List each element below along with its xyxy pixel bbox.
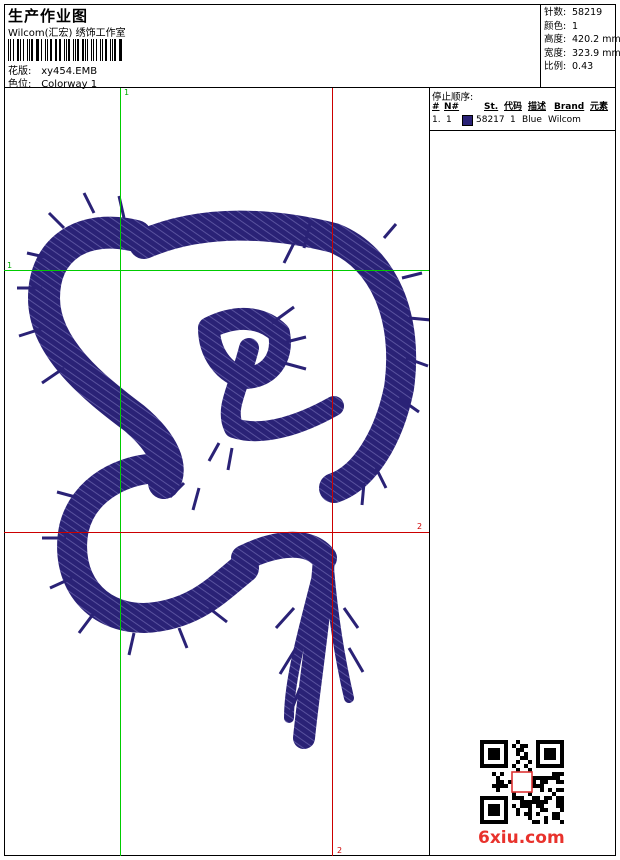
barcode-bar — [8, 39, 10, 61]
barcode-bar — [87, 39, 89, 61]
barcode-bar — [45, 39, 46, 61]
barcode-bar — [109, 39, 111, 61]
barcode-bar — [74, 39, 76, 61]
col-num: # — [432, 102, 440, 112]
barcode-bar — [22, 39, 24, 61]
stop-sequence-table: 停止顺序: # N# St. 代码 描述 Brand 元素 1. 1 58217… — [430, 88, 616, 131]
barcode-bar — [102, 39, 103, 61]
red-guide-label-bottom: 2 — [337, 846, 343, 855]
barcode-bar — [28, 39, 30, 61]
stat-stitches: 针数: 58219 — [544, 6, 616, 20]
red-guide-label-right: 2 — [417, 522, 423, 531]
stat-width: 宽度: 323.9 mm — [544, 47, 620, 61]
barcode-bar — [118, 39, 120, 61]
barcode-bar — [19, 39, 21, 61]
stat-label: 颜色: — [544, 20, 567, 32]
barcode-bar — [46, 39, 49, 61]
col-code: 代码 — [504, 102, 523, 112]
barcode-bar — [10, 39, 12, 61]
red-guide-horizontal — [4, 532, 429, 533]
table-row: 1. 1 58217 1 Blue Wilcom — [430, 114, 616, 127]
stat-label: 针数: — [544, 7, 567, 18]
barcode-bar — [72, 39, 74, 61]
qr-code — [480, 740, 564, 824]
red-guide-vertical — [332, 88, 333, 856]
color-swatch — [462, 114, 476, 127]
stop-sequence-title: 停止顺序: — [432, 92, 474, 103]
barcode-bar — [77, 39, 79, 61]
row-brand: Wilcom — [548, 115, 581, 125]
stat-colors: 颜色: 1 — [544, 20, 616, 34]
green-guide-horizontal — [4, 270, 429, 271]
barcode-bar — [50, 39, 52, 61]
barcode-bar — [13, 39, 14, 61]
page-title: 生产作业图 — [8, 7, 89, 25]
barcode-bar — [84, 39, 86, 61]
stat-label: 比例: — [544, 61, 567, 72]
barcode-bar — [64, 39, 65, 61]
col-stitches: St. — [484, 102, 499, 112]
green-guide-label-top: 1 — [124, 88, 130, 97]
barcode-bar — [31, 39, 33, 61]
barcode-bar — [99, 39, 102, 61]
stat-value: 323.9 mm — [572, 47, 620, 59]
col-brand: Brand — [554, 102, 585, 112]
barcode-bar — [26, 39, 28, 61]
dragon-shape — [28, 210, 417, 749]
row-code: 1 — [510, 115, 516, 125]
watermark-logo: 6xiu.com — [478, 828, 565, 848]
barcode-bar — [54, 39, 56, 61]
barcode-bar — [65, 39, 67, 61]
table-header: # N# St. 代码 描述 Brand 元素 — [430, 101, 616, 114]
stat-value: 420.2 mm — [572, 34, 620, 45]
col-desc: 描述 — [528, 102, 547, 112]
barcode-bar — [56, 39, 57, 61]
green-guide-label-left: 1 — [7, 261, 13, 270]
green-guide-vertical — [120, 88, 121, 856]
stats-panel: 针数: 58219 颜色: 1 高度: 420.2 mm 宽度: 323.9 mm 比例… — [540, 4, 620, 88]
barcode-bar — [96, 39, 97, 61]
barcode-bar — [104, 39, 107, 61]
dragon-embroidery-preview — [17, 192, 429, 749]
row-num: 1. — [432, 115, 441, 125]
barcode-bar — [41, 39, 43, 61]
stat-label: 宽度: — [544, 47, 567, 59]
row-stitches: 58217 — [476, 115, 505, 125]
barcode-bar — [93, 39, 95, 61]
barcode-bar — [58, 39, 62, 61]
design-canvas: 1 1 2 2 — [4, 88, 430, 856]
barcode-bar — [81, 39, 84, 61]
stat-value: 0.43 — [572, 61, 594, 72]
stat-scale: 比例: 0.43 — [544, 60, 616, 74]
barcode-bar — [111, 39, 113, 61]
row-n: 1 — [446, 115, 452, 125]
stat-height: 高度: 420.2 mm — [544, 33, 620, 47]
barcode-bar — [120, 39, 122, 61]
stat-value: 1 — [572, 20, 579, 32]
studio-name: Wilcom(汇宏) 绣饰工作室 — [8, 28, 126, 39]
col-element: 元素 — [590, 102, 609, 112]
barcode-bar — [91, 39, 93, 61]
barcode-bar — [16, 39, 19, 61]
barcode-bar — [35, 39, 37, 61]
stat-label: 高度: — [544, 34, 567, 45]
header: 生产作业图 Wilcom(汇宏) 绣饰工作室 花版: xy454.EMB 色位:… — [4, 4, 620, 90]
barcode-bar — [114, 39, 116, 61]
row-desc: Blue — [522, 115, 542, 125]
barcode-bar — [68, 39, 70, 61]
stat-value: 58219 — [572, 7, 603, 18]
col-n: N# — [444, 102, 460, 112]
barcode — [8, 39, 124, 61]
barcode-bar — [37, 39, 40, 61]
